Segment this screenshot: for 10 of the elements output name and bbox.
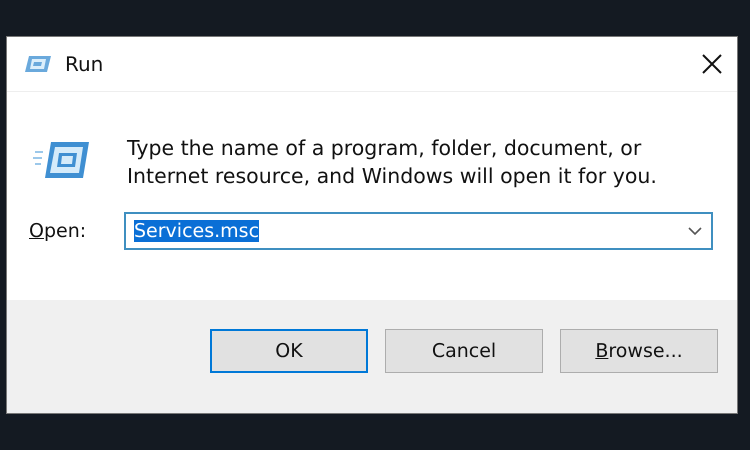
close-icon[interactable] [701, 53, 723, 75]
open-field[interactable]: Services.msc [124, 212, 713, 250]
open-label: Open: [29, 220, 88, 242]
run-icon [23, 54, 53, 74]
dialog-button[interactable]: Browse... [560, 328, 718, 372]
prompt-text: Type the name of a program, folder, document, or Internet resource, and Windows will open it for you. [127, 135, 658, 190]
dropdown-caret-icon[interactable] [687, 226, 703, 236]
dialog-button[interactable]: OK [210, 328, 368, 372]
window-title: Run [65, 52, 104, 76]
dialog-button[interactable]: Cancel [385, 328, 543, 372]
